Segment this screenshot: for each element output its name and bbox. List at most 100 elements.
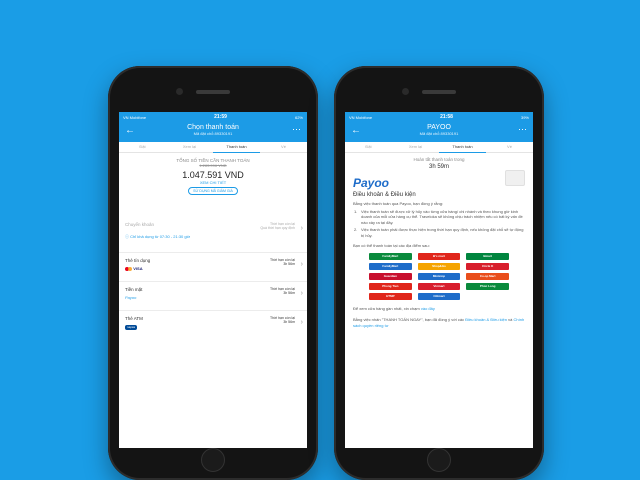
chevron-right-icon: ›: [300, 225, 303, 232]
chevron-right-icon: ›: [300, 261, 303, 268]
chevron-right-icon: ›: [300, 319, 303, 326]
payment-method-transfer[interactable]: Chuyển khoản Thời hạn còn lại Quá thời h…: [119, 217, 307, 232]
terms-link[interactable]: Điều khoản & Điều kiện: [465, 317, 507, 322]
more-menu-icon[interactable]: ⋯: [518, 124, 527, 135]
limit-value: Quá thời hạn quy định: [260, 226, 295, 230]
carrier-label: VN Mobifone: [123, 114, 147, 120]
camera: [402, 88, 409, 95]
footer-prefix: Bằng việc nhấn "THANH TOÁN NGAY", bạn đã…: [353, 317, 465, 322]
battery-label: 62%: [294, 114, 303, 120]
speaker: [196, 90, 230, 94]
tab-review[interactable]: Xem lại: [166, 142, 213, 152]
limit-value: 3h 56m: [283, 262, 295, 266]
terms-item: 1. Việc thanh toán sẽ được xử lý hủy vào…: [345, 208, 533, 227]
battery-label: 39%: [520, 114, 529, 120]
page-title: Chọn thanh toán: [187, 124, 239, 131]
right-screen: VN Mobifone 21:58 39% ← PAYOO Mã đặt chỗ…: [345, 112, 533, 448]
store-logo: Ministop: [417, 272, 461, 280]
booking-code: Mã đặt chỗ 89330191: [419, 131, 459, 136]
tab-book[interactable]: Đặt: [119, 142, 166, 152]
stores-intro: Bạn có thể thanh toán tại các địa điểm s…: [353, 243, 430, 248]
countdown: Hoàn tất thanh toán trong 3h 59m: [345, 153, 533, 170]
tab-payment[interactable]: Thanh toán: [439, 142, 486, 153]
left-screen: VN Mobifone 21:59 62% ← Chọn thanh toán …: [119, 112, 307, 448]
total-amount: 1.047.591 VND: [182, 170, 244, 180]
napas-logo-icon: napas: [125, 325, 137, 330]
tab-book[interactable]: Đặt: [345, 142, 392, 152]
total-section: TỔNG SỐ TIỀN CẦN THANH TOÁN 1.283.996 VN…: [119, 153, 307, 195]
right-phone: VN Mobifone 21:58 39% ← PAYOO Mã đặt chỗ…: [334, 66, 544, 480]
visa-icon: VISA: [133, 266, 143, 271]
napas-logo-wrap: napas: [125, 324, 301, 330]
store-logo: Co.op Mart: [466, 272, 509, 280]
payment-method-atm[interactable]: Thẻ ATM napas Thời hạn còn lại 3h 56m ›: [119, 310, 307, 339]
footer-consent: Bằng việc nhấn "THANH TOÁN NGAY", bạn đã…: [345, 316, 533, 329]
merchant-image: [505, 170, 525, 186]
countdown-value: 3h 59m: [428, 164, 449, 170]
carrier-label: VN Mobifone: [349, 114, 373, 120]
terms-item-text: Việc thanh toán sẽ được xử lý hủy vào từ…: [361, 208, 523, 225]
item-number: 1.: [354, 208, 358, 214]
speaker: [422, 90, 456, 94]
camera: [176, 88, 183, 95]
tab-ticket[interactable]: Vé: [486, 142, 533, 152]
tab-review[interactable]: Xem lại: [392, 142, 439, 152]
method-limit: Thời hạn còn lại 3h 56m: [270, 316, 295, 324]
status-bar: VN Mobifone 21:59 62%: [119, 112, 307, 122]
availability-text: Chỉ khả dụng từ 07:30 - 21:30 giờ: [130, 234, 191, 239]
store-logo: Bmart: [466, 252, 509, 260]
item-number: 2.: [354, 227, 358, 232]
store-logo: B's mart: [417, 252, 461, 260]
view-detail-link[interactable]: XEM CHI TIẾT: [119, 180, 307, 185]
store-logo: Circle K: [466, 262, 509, 270]
clock: 21:59: [214, 114, 227, 120]
tab-payment[interactable]: Thanh toán: [213, 142, 260, 153]
method-limit: Thời hạn còn lại 3h 56m: [270, 287, 295, 295]
mastercard-icon: [125, 266, 132, 271]
card-brands: VISA: [125, 266, 301, 271]
store-logo: FamilyMart: [369, 252, 412, 260]
transfer-limit: Thời hạn còn lại Quá thời hạn quy định: [260, 222, 295, 230]
payment-method-cash[interactable]: Tiền mặt Payoo Thời hạn còn lại 3h 56m ›: [119, 281, 307, 310]
limit-value: 3h 56m: [283, 291, 295, 295]
payment-method-credit-card[interactable]: Thẻ tín dụng VISA Thời hạn còn lại 3h 56…: [119, 252, 307, 281]
step-tabs: Đặt Xem lại Thanh toán Vé: [345, 142, 533, 153]
store-logo: HTMP: [369, 292, 412, 300]
method-limit: Thời hạn còn lại 3h 56m: [270, 258, 295, 266]
terms-title: Điều khoản & Điều kiện: [353, 192, 416, 198]
store-logo: Shop&Go: [417, 262, 461, 270]
old-price: 1.283.996 VND: [199, 163, 227, 168]
status-bar: VN Mobifone 21:58 39%: [345, 112, 533, 122]
home-button[interactable]: [427, 448, 451, 472]
footer-mid: và: [508, 317, 513, 322]
store-logo: Vinmart: [417, 282, 461, 290]
use-coupon-button[interactable]: SỬ DỤNG MÃ GIẢM GIÁ: [188, 187, 238, 195]
page-title: PAYOO: [427, 124, 451, 131]
store-logo: Guardian: [369, 272, 412, 280]
home-button[interactable]: [201, 448, 225, 472]
payoo-small-logo-wrap: Payoo: [125, 295, 301, 300]
store-logo: FamilyMart: [369, 262, 412, 270]
payoo-logo-icon: Payoo: [125, 295, 137, 300]
nav-bar: ← PAYOO Mã đặt chỗ 89330191 ⋯: [345, 122, 533, 142]
info-icon: ⓘ: [125, 234, 129, 239]
availability-note: ⓘ Chỉ khả dụng từ 07:30 - 21:30 giờ: [119, 232, 307, 242]
step-tabs: Đặt Xem lại Thanh toán Vé: [119, 142, 307, 153]
nearest-store-note: Để xem cửa hàng gần nhất, xin chạm vào đ…: [345, 305, 533, 313]
nav-bar: ← Chọn thanh toán Mã đặt chỗ 89330191 ⋯: [119, 122, 307, 142]
chevron-right-icon: ›: [300, 290, 303, 297]
store-logo: Phúc Long: [466, 282, 509, 290]
countdown-label: Hoàn tất thanh toán trong: [413, 157, 465, 162]
store-logo: Citimart: [417, 292, 461, 300]
booking-code: Mã đặt chỗ 89330191: [193, 131, 233, 136]
terms-intro: Bằng việc thanh toán qua Payoo, bạn đồng…: [353, 201, 444, 206]
nearest-store-link[interactable]: vào đây: [421, 306, 435, 311]
more-menu-icon[interactable]: ⋯: [292, 124, 301, 135]
store-logo: Phong Tien: [369, 282, 412, 290]
terms-item: 2. Việc thanh toán phải được thực hiện t…: [345, 226, 533, 239]
clock: 21:58: [440, 114, 453, 120]
store-logo-grid: FamilyMart B's mart Bmart FamilyMart Shop&Go…: [345, 250, 533, 303]
left-phone: VN Mobifone 21:59 62% ← Chọn thanh toán …: [108, 66, 318, 480]
tab-ticket[interactable]: Vé: [260, 142, 307, 152]
transfer-label: Chuyển khoản: [125, 222, 155, 227]
